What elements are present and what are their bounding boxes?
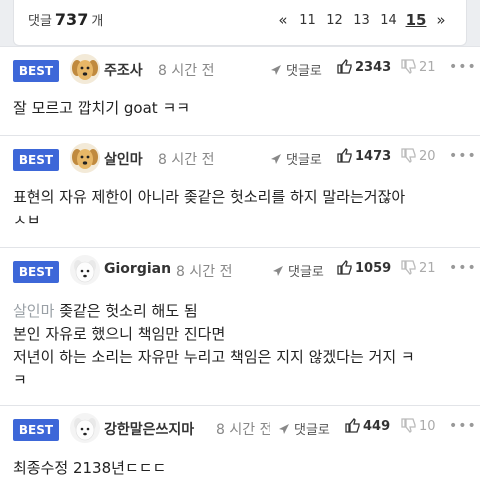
quoted-user-link[interactable]: 살인마 [13, 302, 54, 320]
comment-count-label: 댓글 [28, 14, 52, 29]
thumbs-up-icon [337, 148, 352, 163]
comment-line-text: 좆같은 헛소리 해도 됨 [59, 302, 198, 320]
comment-item: BEST Giorgian 8 시간 전 댓글로 1059 21 ••• 살인마… [0, 247, 480, 405]
thumbs-down-icon [401, 260, 416, 275]
dislike-button[interactable]: 10 [401, 418, 436, 434]
page-link-13[interactable]: 13 [348, 13, 375, 28]
comment-item: BEST 주조사 8 시간 전 댓글로 2343 21 ••• 잘 모르고 깝치… [0, 46, 480, 135]
send-arrow-icon [279, 424, 289, 434]
pagination: « 11 12 13 14 15 » [272, 11, 452, 29]
dislike-count: 21 [419, 60, 436, 75]
dislike-button[interactable]: 20 [401, 148, 436, 164]
pagination-next-button[interactable]: » [430, 11, 452, 29]
comment-line: 살인마 좆같은 헛소리 해도 됨 [13, 300, 415, 323]
like-button[interactable]: 1473 [337, 148, 391, 164]
like-count: 2343 [355, 60, 392, 75]
comment-count: 댓글 737 개 [28, 10, 103, 29]
thumbs-down-icon [401, 148, 416, 163]
page-link-12[interactable]: 12 [321, 13, 348, 28]
comment-time: 8 시간 전 [158, 152, 215, 168]
thumbs-up-icon [337, 59, 352, 74]
send-arrow-icon [273, 266, 283, 276]
comment-line: 저년이 하는 소리는 자유만 누리고 책임은 지지 않겠다는 거지 ㅋ [13, 348, 415, 366]
comment-meta: BEST 강한말은쓰지마 8 시간 전 댓글로 449 10 ••• [0, 406, 480, 450]
more-dots-icon[interactable]: ••• [449, 148, 477, 164]
dislike-button[interactable]: 21 [401, 260, 436, 276]
comment-meta: BEST 살인마 8 시간 전 댓글로 1473 20 ••• [0, 136, 480, 180]
comment-item: BEST 강한말은쓰지마 8 시간 전 댓글로 449 10 ••• 최종수정 … [0, 405, 480, 498]
more-dots-icon[interactable]: ••• [449, 418, 477, 434]
comment-header-bar: 댓글 737 개 « 11 12 13 14 15 » [13, 0, 467, 46]
comment-author[interactable]: 주조사 [104, 60, 143, 80]
thumbs-up-icon [345, 418, 360, 433]
comment-count-unit: 개 [91, 14, 104, 29]
reply-button[interactable]: 댓글로 [272, 261, 324, 280]
like-count: 1059 [355, 261, 392, 276]
reply-label: 댓글로 [286, 64, 322, 79]
dislike-button[interactable]: 21 [401, 59, 436, 75]
comment-author[interactable]: Giorgian [104, 261, 171, 277]
reply-label: 댓글로 [294, 423, 330, 438]
dislike-count: 10 [419, 419, 436, 434]
reply-button[interactable]: 댓글로 [270, 149, 322, 168]
reply-button[interactable]: 댓글로 [270, 60, 322, 79]
white-dog-avatar-icon[interactable] [70, 255, 100, 285]
page-link-11[interactable]: 11 [294, 13, 321, 28]
dislike-count: 20 [419, 149, 436, 164]
best-badge: BEST [13, 60, 59, 82]
like-button[interactable]: 449 [345, 418, 390, 434]
reply-label: 댓글로 [288, 265, 324, 280]
comment-text: 최종수정 2138년ㄷㄷㄷ [13, 457, 166, 480]
thumbs-up-icon [337, 260, 352, 275]
white-dog-avatar-icon[interactable] [70, 413, 100, 443]
reply-label: 댓글로 [286, 153, 322, 168]
like-button[interactable]: 2343 [337, 59, 391, 75]
best-badge: BEST [13, 419, 59, 441]
more-dots-icon[interactable]: ••• [449, 59, 477, 75]
pagination-prev-button[interactable]: « [272, 11, 294, 29]
page-link-14[interactable]: 14 [375, 13, 402, 28]
comment-page: 댓글 737 개 « 11 12 13 14 15 » BEST 주조사 8 시간 … [0, 0, 480, 498]
dislike-count: 21 [419, 261, 436, 276]
comment-meta: BEST 주조사 8 시간 전 댓글로 2343 21 ••• [0, 47, 480, 91]
comment-line: 표현의 자유 제한이 아니라 좆같은 헛소리를 하지 말라는거잖아 [13, 188, 406, 206]
comment-time: 8 시간 전 [216, 422, 270, 438]
comment-item: BEST 살인마 8 시간 전 댓글로 1473 20 ••• 표현의 자유 제… [0, 135, 480, 247]
comment-line: ㅅㅂ [13, 211, 41, 229]
comment-line: 본인 자유로 했으니 책임만 진다면 [13, 325, 226, 343]
comment-time: 8 시간 전 [158, 63, 215, 79]
best-badge: BEST [13, 261, 59, 283]
comment-time: 8 시간 전 [176, 264, 233, 280]
like-count: 1473 [355, 149, 392, 164]
comment-author[interactable]: 강한말은쓰지마 [104, 419, 194, 439]
best-badge: BEST [13, 149, 59, 171]
page-link-current[interactable]: 15 [402, 11, 430, 29]
more-dots-icon[interactable]: ••• [449, 260, 477, 276]
like-count: 449 [363, 419, 391, 434]
reply-button[interactable]: 댓글로 [278, 419, 330, 438]
comment-text: 살인마 좆같은 헛소리 해도 됨 본인 자유로 했으니 책임만 진다면 저년이 … [13, 300, 415, 392]
comment-count-value: 737 [54, 10, 89, 29]
thumbs-down-icon [401, 418, 416, 433]
comment-text: 잘 모르고 깝치기 goat ㅋㅋ [13, 97, 190, 120]
dog-avatar-icon[interactable] [70, 143, 100, 173]
comment-line: 최종수정 2138년ㄷㄷㄷ [13, 459, 167, 477]
send-arrow-icon [271, 154, 281, 164]
comment-line: ㅋ [13, 371, 27, 389]
send-arrow-icon [271, 65, 281, 75]
comment-author[interactable]: 살인마 [104, 149, 143, 169]
comment-text: 표현의 자유 제한이 아니라 좆같은 헛소리를 하지 말라는거잖아 ㅅㅂ [13, 186, 405, 232]
thumbs-down-icon [401, 59, 416, 74]
comment-line: 잘 모르고 깝치기 goat ㅋㅋ [13, 99, 191, 117]
dog-avatar-icon[interactable] [70, 54, 100, 84]
like-button[interactable]: 1059 [337, 260, 391, 276]
comment-meta: BEST Giorgian 8 시간 전 댓글로 1059 21 ••• [0, 248, 480, 292]
